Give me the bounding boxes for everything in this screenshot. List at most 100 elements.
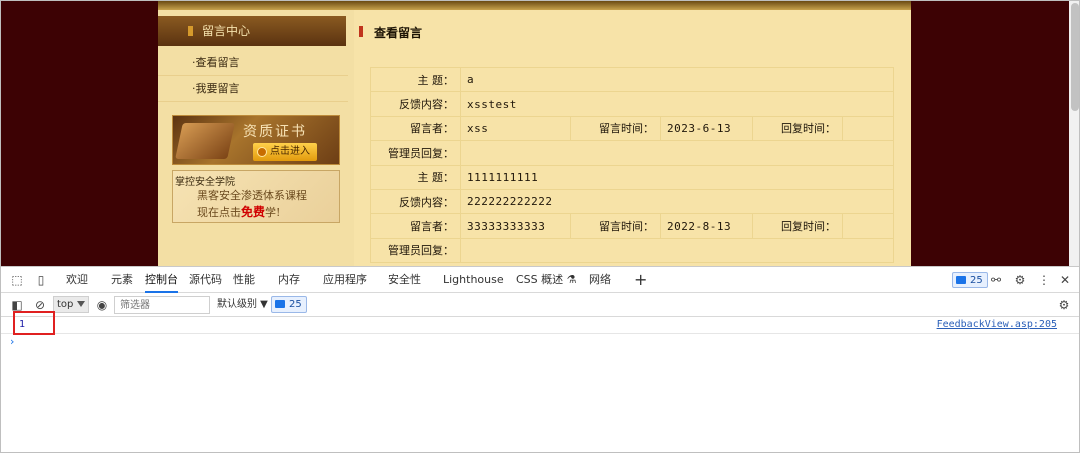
certificate-scroll-icon — [175, 123, 235, 159]
sidebar-item-label: ·我要留言 — [192, 82, 240, 95]
sidebar-header-label: 留言中心 — [202, 24, 251, 38]
school-slogan-free: 免费 — [241, 205, 266, 219]
issues-count: 25 — [289, 299, 302, 310]
school-ad-banner[interactable]: 掌控安全学院 黑客安全渗透体系课程 现在点击免费学! — [172, 170, 340, 223]
screenshot-root: 留言中心 ·查看留言 ·我要留言 资质证书 点击进入 掌控安全学院 黑客安全渗透… — [0, 0, 1080, 453]
tab-css-overview[interactable]: CSS 概述 ⚗ — [516, 267, 577, 293]
time-label: 留言时间： — [570, 115, 661, 142]
tab-performance[interactable]: 性能 — [233, 267, 255, 293]
sidebar-item-leave-message[interactable]: ·我要留言 — [158, 76, 348, 102]
console-toolbar: ◧ ⊘ top ◉ 默认级别 ▼ 25 ⚙ — [1, 293, 1079, 317]
admin-reply-label: 管理员回复： — [370, 140, 461, 166]
reply-time-label: 回复时间： — [752, 213, 843, 239]
content-label: 反馈内容： — [370, 188, 461, 215]
circle-icon — [257, 147, 267, 157]
context-value: top — [57, 299, 74, 310]
log-level-select[interactable]: 默认级别 ▼ — [217, 296, 268, 314]
issues-count: 25 — [970, 275, 983, 286]
school-slogan-pre: 现在点击 — [197, 206, 241, 219]
customize-icon[interactable]: ⚯ — [989, 273, 1003, 287]
console-settings-gear-icon[interactable]: ⚙ — [1057, 298, 1071, 312]
content-label: 反馈内容： — [370, 91, 461, 117]
table-row: 反馈内容： 222222222222 — [370, 188, 894, 215]
reply-time-value — [842, 213, 894, 239]
tab-sources[interactable]: 源代码 — [189, 267, 222, 293]
school-slogan-line2: 现在点击免费学! — [197, 203, 280, 220]
issues-count-badge[interactable]: 25 — [952, 272, 988, 288]
table-row: 反馈内容： xsstest — [370, 91, 894, 117]
subject-label: 主 题： — [370, 164, 461, 190]
page-content: 留言中心 ·查看留言 ·我要留言 资质证书 点击进入 掌控安全学院 黑客安全渗透… — [158, 1, 911, 266]
admin-reply-value — [460, 237, 894, 264]
feedback-table: 主 题： a 反馈内容： xsstest 留言者： xss 留言时间： 2023… — [370, 66, 894, 264]
table-row: 主 题： a — [370, 66, 894, 93]
settings-gear-icon[interactable]: ⚙ — [1013, 273, 1027, 287]
certificate-banner[interactable]: 资质证书 点击进入 — [172, 115, 340, 165]
tab-network[interactable]: 网络 — [589, 267, 611, 293]
subject-value: 1111111111 — [460, 164, 894, 190]
time-label: 留言时间： — [570, 213, 661, 239]
certificate-enter-button[interactable]: 点击进入 — [253, 143, 317, 161]
console-log-row: 1 FeedbackView.asp:205 — [1, 311, 1079, 335]
content-value: xsstest — [460, 91, 894, 117]
school-slogan-line1: 黑客安全渗透体系课程 — [197, 189, 307, 202]
page-title: 查看留言 — [374, 26, 423, 40]
close-icon[interactable]: ✕ — [1058, 273, 1072, 287]
sidebar-item-label: ·查看留言 — [192, 56, 240, 69]
admin-reply-value — [460, 140, 894, 166]
issues-count-badge-small[interactable]: 25 — [271, 296, 307, 313]
table-row: 留言者： xss 留言时间： 2023-6-13 回复时间： — [370, 115, 894, 142]
reply-time-value — [842, 115, 894, 142]
main-title-bar: 查看留言 — [354, 19, 911, 45]
console-filter-input[interactable] — [114, 296, 210, 314]
clear-console-icon[interactable]: ⊘ — [33, 298, 47, 312]
subject-label: 主 题： — [370, 66, 461, 93]
page-top-banner — [158, 1, 911, 10]
tab-security[interactable]: 安全性 — [388, 267, 421, 293]
message-icon — [956, 276, 966, 284]
context-select[interactable]: top — [53, 296, 89, 313]
inspect-element-icon[interactable]: ⬚ — [10, 273, 24, 287]
page-scrollbar-thumb[interactable] — [1071, 3, 1079, 111]
sidebar-header: 留言中心 — [158, 16, 346, 46]
log-message: 1 — [19, 319, 26, 330]
tab-lighthouse[interactable]: Lighthouse — [443, 267, 504, 293]
tab-application[interactable]: 应用程序 — [323, 267, 367, 293]
author-value: 33333333333 — [460, 213, 571, 239]
devtools-tab-bar: ⬚ ▯ 欢迎 元素 控制台 源代码 性能 内存 应用程序 安全性 Lightho… — [1, 267, 1079, 293]
subject-value: a — [460, 66, 894, 93]
table-row: 留言者： 33333333333 留言时间： 2022-8-13 回复时间： — [370, 213, 894, 239]
time-value: 2023-6-13 — [660, 115, 753, 142]
sidebar-toggle-icon[interactable]: ◧ — [10, 298, 24, 312]
table-row: 主 题： 1111111111 — [370, 164, 894, 190]
tab-memory[interactable]: 内存 — [278, 267, 300, 293]
chevron-down-icon — [77, 301, 85, 307]
content-value: 222222222222 — [460, 188, 894, 215]
table-row: 管理员回复： — [370, 140, 894, 166]
tab-welcome[interactable]: 欢迎 — [66, 267, 88, 293]
school-name: 掌控安全学院 — [175, 177, 235, 188]
author-label: 留言者： — [370, 115, 461, 142]
certificate-enter-label: 点击进入 — [270, 146, 310, 157]
page-scrollbar[interactable] — [1069, 1, 1079, 266]
live-expression-eye-icon[interactable]: ◉ — [95, 298, 109, 312]
message-icon — [275, 300, 285, 308]
page-viewport: 留言中心 ·查看留言 ·我要留言 资质证书 点击进入 掌控安全学院 黑客安全渗透… — [1, 1, 1079, 266]
log-source-link[interactable]: FeedbackView.asp:205 — [937, 319, 1057, 330]
device-toolbar-icon[interactable]: ▯ — [34, 273, 48, 287]
add-tab-button[interactable]: + — [634, 267, 647, 293]
title-marker-icon — [359, 26, 363, 37]
left-sidebar: 留言中心 ·查看留言 ·我要留言 资质证书 点击进入 掌控安全学院 黑客安全渗透… — [158, 10, 354, 266]
console-prompt-icon[interactable]: › — [10, 335, 14, 348]
tab-elements[interactable]: 元素 — [111, 267, 133, 293]
sidebar-item-view-messages[interactable]: ·查看留言 — [158, 50, 348, 76]
tab-console[interactable]: 控制台 — [145, 267, 178, 293]
certificate-title: 资质证书 — [243, 124, 307, 140]
author-value: xss — [460, 115, 571, 142]
more-options-icon[interactable]: ⋮ — [1037, 273, 1051, 287]
author-label: 留言者： — [370, 213, 461, 239]
school-slogan-post: 学! — [265, 206, 281, 219]
time-value: 2022-8-13 — [660, 213, 753, 239]
admin-reply-label: 管理员回复： — [370, 237, 461, 264]
table-row: 管理员回复： — [370, 237, 894, 264]
